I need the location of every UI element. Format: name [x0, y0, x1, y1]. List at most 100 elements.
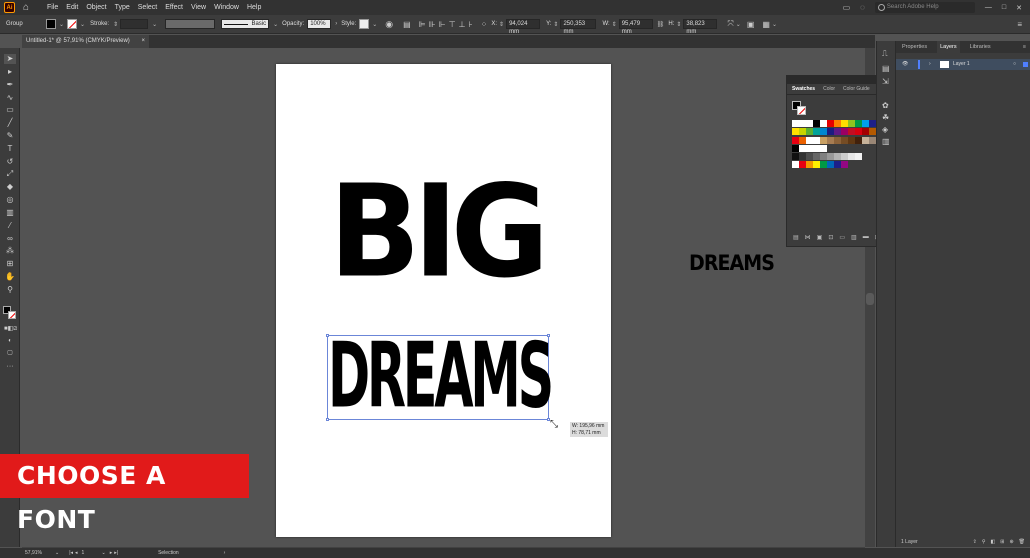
prev-artboard-icon[interactable]: ◂ [75, 550, 78, 556]
artboard-number[interactable]: 1 [82, 550, 102, 556]
chevron-down-icon[interactable]: ⌄ [59, 21, 64, 28]
dreams-copy-text[interactable]: DREAMS [689, 250, 775, 275]
color-swatch[interactable] [827, 161, 834, 168]
color-swatch[interactable] [806, 128, 813, 135]
y-stepper[interactable]: ⇕ [553, 21, 558, 28]
color-swatch[interactable] [869, 128, 876, 135]
color-swatch[interactable] [834, 137, 841, 144]
color-mode-icon[interactable]: ■◧⧄ [4, 324, 17, 334]
color-swatch[interactable] [820, 120, 827, 127]
color-swatch[interactable] [841, 128, 848, 135]
y-field[interactable]: 250,353 mm [560, 19, 597, 35]
artboard-dropdown-icon[interactable]: ⌄ [102, 550, 106, 556]
align-center-icon[interactable]: ⊪ [429, 20, 436, 29]
next-artboard-icon[interactable]: ▸ [110, 550, 113, 556]
document-tab[interactable]: Untitled-1* @ 57,91% (CMYK/Preview) × [22, 35, 149, 48]
color-swatch[interactable] [792, 128, 799, 135]
isolate-icon[interactable]: ▣ [747, 20, 755, 29]
tab-swatches[interactable]: Swatches [792, 86, 815, 92]
color-swatch[interactable] [841, 153, 848, 160]
status-chevron-icon[interactable]: › [224, 550, 226, 556]
dreams-text[interactable]: DREAMS [328, 330, 554, 421]
color-swatch[interactable] [848, 128, 855, 135]
tab-color-guide[interactable]: Color Guide [843, 86, 870, 92]
x-stepper[interactable]: ⇕ [499, 21, 504, 28]
color-swatch[interactable] [792, 120, 799, 127]
color-swatch[interactable] [827, 137, 834, 144]
expand-chevron-icon[interactable]: › [929, 59, 931, 70]
color-swatch[interactable] [799, 161, 806, 168]
color-swatch[interactable] [841, 120, 848, 127]
menu-effect[interactable]: Effect [165, 4, 183, 11]
color-swatch[interactable] [813, 153, 820, 160]
tab-color[interactable]: Color [823, 86, 835, 92]
menu-object[interactable]: Object [86, 4, 106, 11]
stroke-color-icon[interactable] [8, 311, 16, 319]
brushes-panel-icon[interactable]: ✿ [882, 101, 889, 110]
color-swatch[interactable] [848, 120, 855, 127]
chevron-down-icon[interactable]: ⌄ [80, 21, 85, 28]
color-swatch[interactable] [827, 120, 834, 127]
stroke-weight-field[interactable] [120, 19, 149, 29]
arrange-icon[interactable]: ▦ [762, 20, 770, 29]
color-swatch[interactable] [799, 137, 806, 144]
color-swatch[interactable] [855, 128, 862, 135]
paintbrush-tool-icon[interactable]: ╱ [4, 118, 16, 128]
properties-panel-icon[interactable]: ⎍ [882, 49, 888, 59]
color-swatch[interactable] [813, 145, 820, 152]
vertical-scroll-thumb[interactable] [866, 293, 874, 305]
color-swatch[interactable] [855, 137, 862, 144]
screen-mode-icon[interactable]: ▢ [4, 348, 16, 358]
color-swatch[interactable] [806, 145, 813, 152]
color-swatch[interactable] [799, 128, 806, 135]
close-icon[interactable]: ✕ [1016, 4, 1022, 12]
show-kinds-icon[interactable]: ⋈ [805, 234, 811, 241]
symbol-sprayer-tool-icon[interactable]: ⁂ [4, 246, 16, 256]
color-swatch[interactable] [820, 161, 827, 168]
color-swatch[interactable] [799, 153, 806, 160]
opacity-field[interactable]: 100% [307, 19, 332, 29]
menu-type[interactable]: Type [115, 4, 130, 11]
scale-tool-icon[interactable]: ⤢ [4, 169, 16, 179]
rotate-tool-icon[interactable]: ↺ [4, 157, 16, 167]
edit-group-icon[interactable]: ▥ [851, 234, 857, 241]
color-swatch[interactable] [862, 137, 869, 144]
tab-properties[interactable]: Properties [902, 44, 927, 50]
tab-libraries[interactable]: Libraries [970, 44, 991, 50]
stroke-weight-stepper[interactable]: ⇕ [113, 21, 118, 28]
pencil-tool-icon[interactable]: ✎ [4, 131, 16, 141]
menu-file[interactable]: File [47, 4, 58, 11]
first-artboard-icon[interactable]: |◂ [69, 550, 73, 556]
color-swatch[interactable] [799, 120, 806, 127]
x-field[interactable]: 94,024 mm [506, 19, 541, 35]
type-tool-icon[interactable]: T [4, 144, 16, 154]
transform-panel-icon[interactable]: ⇲ [882, 77, 889, 86]
artboard-tool-icon[interactable]: ⊞ [4, 259, 16, 269]
hand-tool-icon[interactable]: ✋ [4, 272, 16, 282]
color-swatch[interactable] [813, 128, 820, 135]
color-swatch[interactable] [834, 128, 841, 135]
color-swatch[interactable] [820, 153, 827, 160]
delete-layer-icon[interactable]: 🗑 [1019, 539, 1025, 545]
home-icon[interactable]: ⌂ [23, 2, 33, 13]
swatch-options-icon[interactable]: ▣ [817, 234, 823, 241]
align-icon[interactable]: ▤ [403, 20, 411, 29]
color-swatch[interactable] [855, 120, 862, 127]
color-swatch[interactable] [792, 137, 799, 144]
color-swatch[interactable] [813, 137, 820, 144]
visibility-eye-icon[interactable]: 👁 [902, 59, 908, 70]
menu-edit[interactable]: Edit [66, 4, 78, 11]
new-sublayer-icon[interactable]: ⊞ [1000, 539, 1004, 545]
color-swatch[interactable] [792, 153, 799, 160]
fill-swatch[interactable] [46, 19, 56, 29]
menu-help[interactable]: Help [247, 4, 261, 11]
transform-icon[interactable]: ⤧ [727, 19, 733, 29]
panel-menu-icon[interactable]: ≡ [1017, 20, 1022, 29]
close-tab-icon[interactable]: × [141, 38, 145, 44]
eyedropper-tool-icon[interactable]: ⁄ [4, 221, 16, 231]
search-input[interactable]: Search Adobe Help [874, 2, 975, 13]
color-swatch[interactable] [848, 137, 855, 144]
color-swatch[interactable] [813, 161, 820, 168]
color-swatch[interactable] [834, 120, 841, 127]
menu-window[interactable]: Window [214, 4, 239, 11]
